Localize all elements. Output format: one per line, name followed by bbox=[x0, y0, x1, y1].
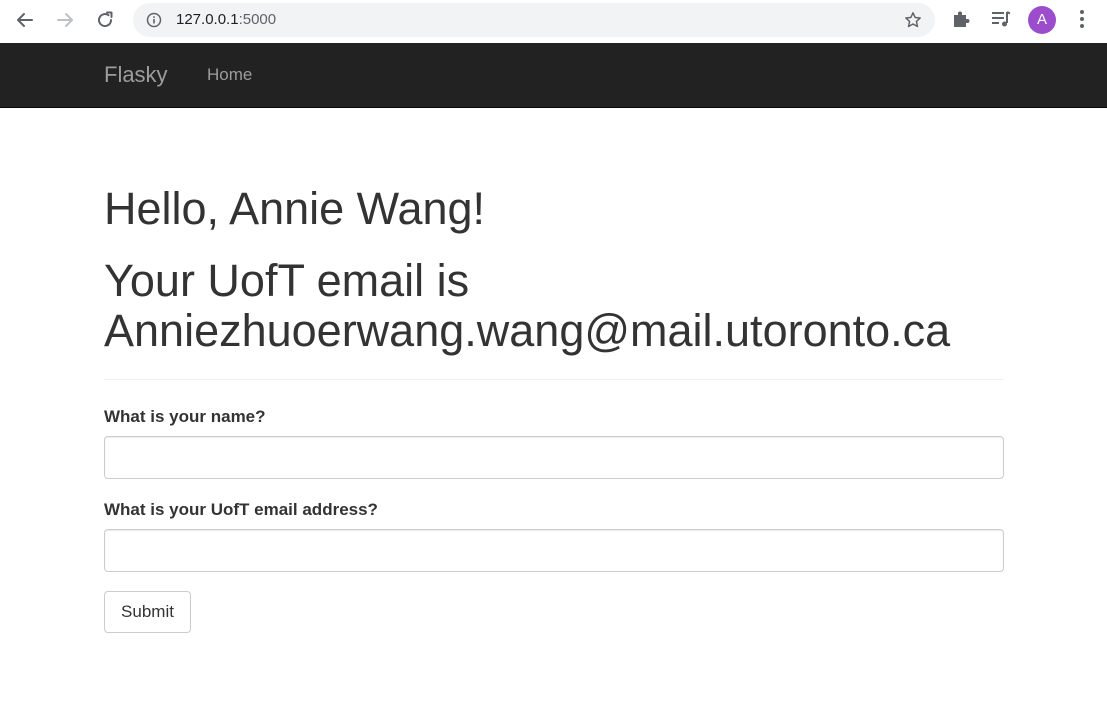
name-input[interactable] bbox=[104, 436, 1004, 479]
email-input[interactable] bbox=[104, 529, 1004, 572]
email-label: What is your UofT email address? bbox=[104, 500, 378, 519]
reading-list-icon[interactable] bbox=[990, 8, 1012, 30]
url-port: :5000 bbox=[238, 11, 277, 28]
avatar[interactable]: A bbox=[1028, 6, 1056, 34]
address-bar[interactable]: 127.0.0.1:5000 bbox=[133, 3, 935, 37]
url-text[interactable]: 127.0.0.1:5000 bbox=[176, 11, 276, 29]
puzzle-piece-icon[interactable] bbox=[950, 8, 972, 30]
greeting-heading: Hello, Annie Wang! bbox=[104, 183, 486, 234]
nav-link-home[interactable]: Home bbox=[207, 65, 252, 85]
email-heading: Your UofT email is Anniezhuoerwang.wang@… bbox=[104, 256, 1004, 356]
three-dots-vertical-icon[interactable] bbox=[1072, 8, 1092, 30]
submit-button[interactable]: Submit bbox=[104, 591, 191, 633]
name-label: What is your name? bbox=[104, 407, 266, 426]
forward-button[interactable] bbox=[52, 7, 78, 33]
star-icon[interactable] bbox=[904, 11, 922, 29]
reload-button[interactable] bbox=[92, 7, 118, 33]
reload-icon bbox=[98, 11, 113, 28]
info-icon[interactable] bbox=[146, 12, 162, 28]
navbar-brand[interactable]: Flasky bbox=[104, 62, 168, 88]
email-heading-line2: Anniezhuoerwang.wang@mail.utoronto.ca bbox=[104, 305, 951, 356]
browser-toolbar: 127.0.0.1:5000 A bbox=[0, 0, 1107, 43]
back-button[interactable] bbox=[12, 7, 38, 33]
back-arrow-icon bbox=[17, 13, 33, 27]
site-navbar: Flasky Home bbox=[0, 43, 1107, 108]
email-heading-line1: Your UofT email is bbox=[104, 255, 470, 306]
divider bbox=[104, 379, 1004, 380]
url-host: 127.0.0.1 bbox=[176, 11, 239, 28]
forward-arrow-icon bbox=[57, 13, 73, 27]
